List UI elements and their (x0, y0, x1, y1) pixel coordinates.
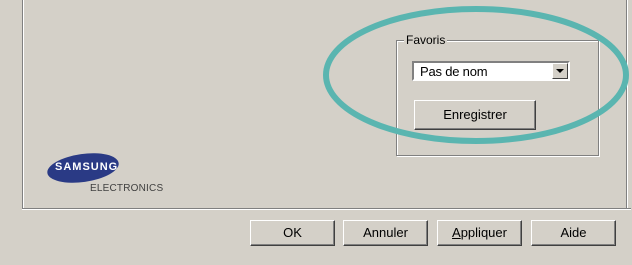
logo-brand: SAMSUNG (55, 161, 119, 173)
favorites-select[interactable]: Pas de nom (412, 61, 570, 81)
favorites-group-label: Favoris (404, 33, 448, 47)
logo-subtitle: ELECTRONICS (90, 183, 164, 194)
dropdown-button[interactable] (552, 63, 568, 79)
samsung-logo: SAMSUNG ELECTRONICS (45, 149, 177, 198)
apply-button[interactable]: Appliquer (437, 220, 522, 246)
ok-button[interactable]: OK (250, 220, 335, 246)
help-button[interactable]: Aide (531, 220, 616, 246)
panel-edge (626, 0, 628, 208)
save-favorite-button[interactable]: Enregistrer (414, 100, 536, 130)
favorites-groupbox (396, 40, 599, 156)
favorites-selected-value: Pas de nom (420, 64, 488, 79)
printer-properties-dialog: Favoris Pas de nom Enregistrer SAMSUNG E… (0, 0, 632, 265)
chevron-down-icon (556, 69, 564, 73)
cancel-button[interactable]: Annuler (343, 220, 428, 246)
